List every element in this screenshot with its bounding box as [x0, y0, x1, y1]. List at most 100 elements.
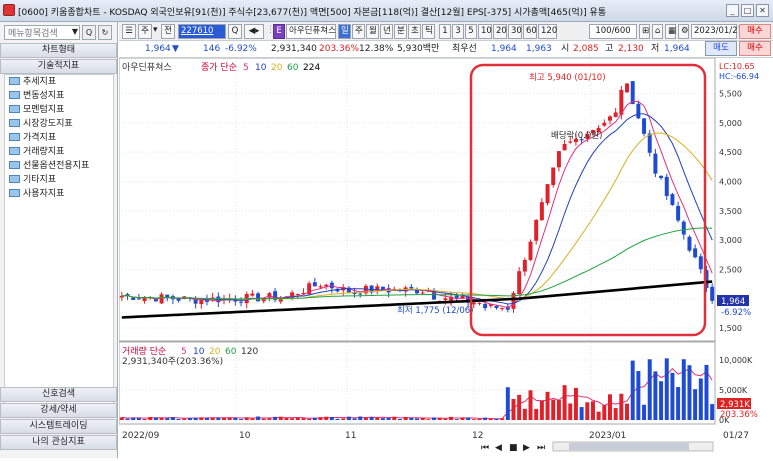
- nav-button[interactable]: 전: [161, 24, 175, 39]
- folder-icon: [9, 91, 20, 99]
- period-week[interactable]: 주: [352, 24, 365, 39]
- scroll-thumb[interactable]: [569, 443, 689, 450]
- candle: [250, 293, 255, 296]
- buy-button[interactable]: 매수: [739, 24, 771, 39]
- close-button[interactable]: ✕: [756, 4, 769, 17]
- tick-1[interactable]: 1: [439, 24, 451, 39]
- period-second[interactable]: 초: [408, 24, 421, 39]
- scroll-prev[interactable]: ◀: [495, 443, 502, 453]
- vol-ma5: 5: [181, 347, 187, 357]
- sound-icon[interactable]: ◀▸: [244, 24, 264, 39]
- tick-20[interactable]: 20: [493, 24, 507, 39]
- candle: [415, 290, 419, 294]
- vol-ma10: 10: [193, 347, 205, 357]
- type-dropdown-icon[interactable]: ▾: [153, 24, 158, 37]
- sell-button[interactable]: 매도: [705, 41, 737, 56]
- volume-bar: [528, 390, 533, 420]
- chart-type-header[interactable]: 차트형태: [0, 43, 117, 58]
- maximize-button[interactable]: □: [741, 4, 754, 17]
- indicator-panel: ▼ Q ↻ 차트형태 기술적지표 추세지표 변동성지표 모멘텀지표 시장강도지표…: [0, 22, 118, 458]
- volume-text: 2,931,340주(203.36%): [122, 356, 223, 367]
- y-tick: 3,500: [719, 207, 742, 216]
- my-indicator-button[interactable]: 나의 관심지표: [0, 435, 117, 450]
- signal-search-button[interactable]: 신호검색: [0, 387, 117, 402]
- chart-area[interactable]: 5,5005,0004,5004,0003,5003,0002,5002,000…: [118, 57, 773, 458]
- tree-item[interactable]: 시장강도지표: [5, 117, 113, 131]
- period-month[interactable]: 월: [366, 24, 379, 39]
- volume-bar: [119, 417, 124, 420]
- candle: [131, 297, 136, 300]
- volume-bar: [335, 418, 340, 420]
- folder-icon: [9, 189, 20, 197]
- stock-code-input[interactable]: 227610: [178, 24, 226, 39]
- volume-bar: [517, 394, 522, 420]
- strength-weakness-button[interactable]: 강세/약세: [0, 403, 117, 418]
- tree-item[interactable]: 선물옵션전용지표: [5, 159, 113, 173]
- price-chart-svg[interactable]: 5,5005,0004,5004,0003,5003,0002,5002,000…: [118, 57, 773, 458]
- tree-item[interactable]: 기타지표: [5, 173, 113, 187]
- volume-bar: [210, 417, 215, 420]
- tree-item[interactable]: 변동성지표: [5, 89, 113, 103]
- candle: [562, 144, 567, 151]
- menu-icon[interactable]: ☰: [122, 24, 136, 39]
- search-icon[interactable]: Q: [82, 25, 96, 40]
- buy-button-2[interactable]: 매수: [739, 41, 771, 56]
- tree-item[interactable]: 거래량지표: [5, 145, 113, 159]
- system-trading-button[interactable]: 시스템트레이딩: [0, 419, 117, 434]
- market-badge: E: [273, 24, 285, 39]
- period-minute[interactable]: 분: [394, 24, 407, 39]
- y-tick: 2,500: [719, 265, 742, 274]
- gear-icon[interactable]: ⚙: [678, 24, 689, 39]
- volume-bar: [687, 365, 692, 420]
- trade-amount: 5,930백만: [397, 44, 440, 54]
- tool-icon[interactable]: ⌂: [652, 24, 663, 39]
- count-input[interactable]: 100/600: [589, 24, 637, 39]
- period-tick[interactable]: 틱: [422, 24, 435, 39]
- search-dropdown-icon[interactable]: ▼: [70, 25, 80, 40]
- candle: [500, 308, 505, 310]
- menu-search-input[interactable]: [4, 25, 80, 40]
- volume-bar: [443, 418, 448, 420]
- tick-60[interactable]: 60: [523, 24, 537, 39]
- tree-item[interactable]: 가격지표: [5, 131, 113, 145]
- lock-icon[interactable]: ⊞: [639, 24, 650, 39]
- scroll-last[interactable]: ⏭: [537, 443, 545, 453]
- hc-label: HC:-66.94: [719, 72, 759, 81]
- scroll-first[interactable]: ⏮: [481, 443, 489, 453]
- candle: [659, 175, 664, 179]
- candle: [494, 305, 499, 308]
- volume-bar: [341, 418, 346, 420]
- tech-indicator-header[interactable]: 기술적지표: [0, 59, 117, 74]
- tree-item[interactable]: 추세지표: [5, 75, 113, 89]
- period-day[interactable]: 일: [338, 24, 351, 39]
- tick-120[interactable]: 120: [538, 24, 557, 39]
- tick-10[interactable]: 10: [478, 24, 492, 39]
- volume-bar: [244, 417, 249, 420]
- stock-search-icon[interactable]: Q: [228, 24, 242, 39]
- volume-rate: 203.36%: [319, 44, 360, 54]
- folder-icon: [9, 105, 20, 113]
- x-label-1: 10: [239, 431, 251, 441]
- volume-bar: [608, 394, 612, 420]
- tick-3[interactable]: 3: [452, 24, 464, 39]
- volume-bar: [363, 417, 368, 420]
- candle: [636, 103, 641, 119]
- period-year[interactable]: 년: [380, 24, 393, 39]
- tick-30[interactable]: 30: [508, 24, 522, 39]
- minimize-button[interactable]: _: [726, 4, 739, 17]
- grid-icon[interactable]: ▦: [665, 24, 676, 39]
- current-price: 1,964: [145, 44, 171, 54]
- volume-bar: [392, 416, 397, 420]
- tree-item[interactable]: 모멘텀지표: [5, 103, 113, 117]
- best-label: 최우선: [452, 44, 477, 54]
- volume-bar: [534, 408, 539, 420]
- refresh-icon[interactable]: ↻: [98, 25, 112, 40]
- scroll-stop[interactable]: ■: [509, 443, 518, 453]
- tick-5[interactable]: 5: [465, 24, 477, 39]
- candle: [551, 167, 556, 185]
- tree-item[interactable]: 사용자지표: [5, 187, 113, 201]
- scroll-next[interactable]: ▶: [523, 443, 530, 453]
- date-input[interactable]: 2023/01/27: [691, 24, 743, 39]
- type-select[interactable]: 주: [138, 24, 152, 39]
- volume-bar: [420, 417, 425, 420]
